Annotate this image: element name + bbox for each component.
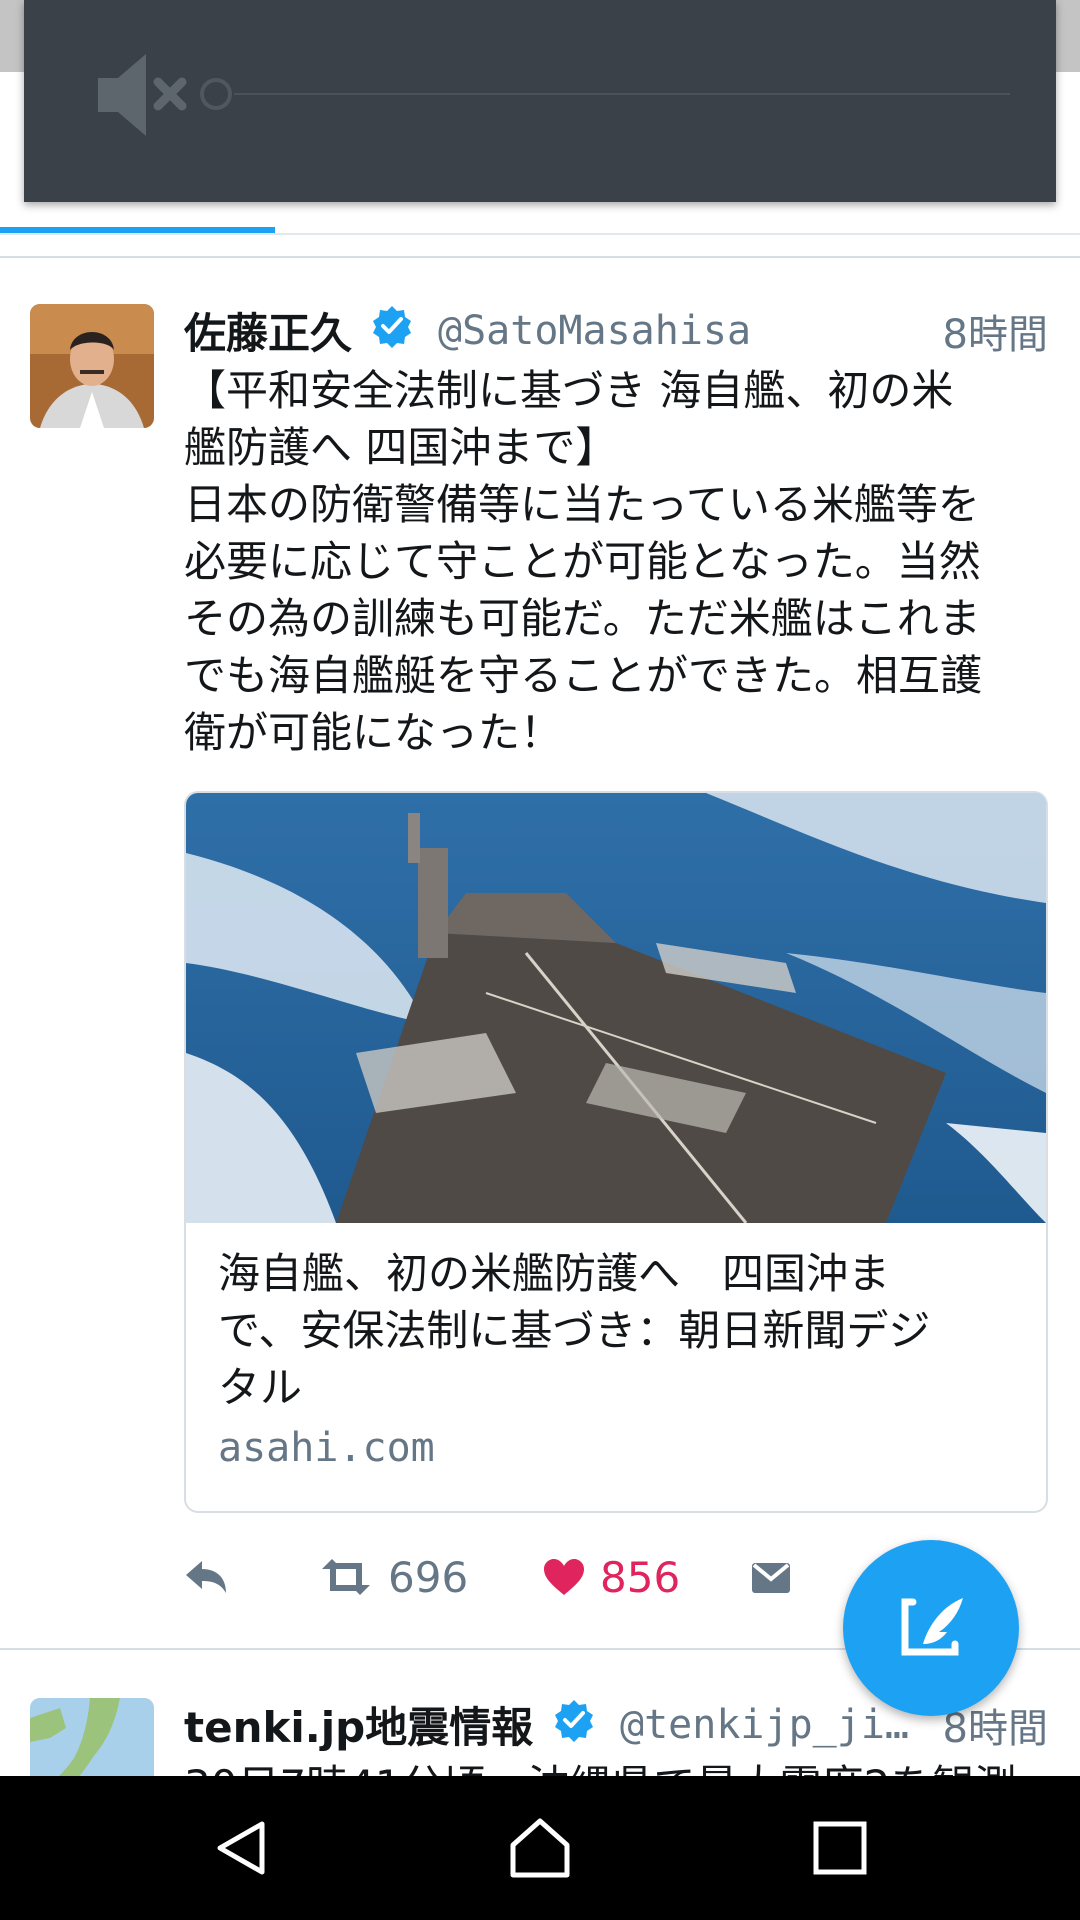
compose-tweet-icon — [901, 1598, 963, 1656]
tweet-author-handle[interactable]: @SatoMasahisa — [438, 308, 751, 354]
card-title-line: タル — [218, 1363, 303, 1412]
tweet-author-name[interactable]: 佐藤正久 — [184, 300, 352, 361]
tweet-author-name[interactable]: tenki.jp地震情報 — [184, 1694, 533, 1755]
verified-badge-icon — [373, 306, 411, 348]
timeline-top-divider — [0, 256, 1080, 258]
reply-button[interactable] — [182, 1545, 230, 1609]
retweet-button[interactable]: 696 — [318, 1545, 468, 1609]
avatar[interactable] — [30, 304, 154, 428]
link-card[interactable]: 海自艦、初の米艦防護へ 四国沖ま で、安保法制に基づき：朝日新聞デジ タル as… — [184, 791, 1048, 1513]
like-count: 856 — [600, 1552, 681, 1602]
card-title-line: 海自艦、初の米艦防護へ 四国沖ま — [218, 1249, 891, 1298]
tweet-text-line: 必要に応じて守ことが可能となった。当然 — [184, 537, 981, 586]
tweet-text-line: 日本の防衛警備等に当たっている米艦等を — [184, 480, 980, 529]
aircraft-carrier-photo[interactable] — [186, 793, 1046, 1223]
tweet-text-line: その為の訓練も可能だ。ただ米艦はこれま — [184, 594, 981, 643]
card-title-line: で、安保法制に基づき：朝日新聞デジ — [218, 1306, 931, 1355]
compose-tweet-button[interactable] — [843, 1540, 1019, 1716]
tweet-text-line: 衛が可能になった！ — [184, 708, 563, 757]
reply-icon — [186, 1561, 226, 1593]
home-icon — [510, 1818, 570, 1878]
back-button[interactable] — [170, 1776, 314, 1920]
verified-badge-icon — [555, 1700, 593, 1742]
tab-divider — [0, 233, 1080, 235]
video-player[interactable] — [24, 0, 1056, 202]
tweet-text-line: でも海自艦艇を守ることができた。相互護 — [184, 651, 983, 700]
envelope-icon — [752, 1563, 790, 1593]
retweet-icon — [322, 1559, 370, 1595]
tweet-text: 【平和安全法制に基づき 海自艦、初の米 艦防護へ 四国沖まで】 日本の防衛警備等… — [184, 362, 1044, 761]
retweet-count: 696 — [388, 1552, 469, 1602]
seek-knob[interactable] — [200, 78, 232, 110]
back-triangle-icon — [217, 1821, 265, 1875]
tweet-timestamp: 8時間 — [942, 312, 1048, 358]
volume-muted-icon[interactable] — [70, 50, 190, 140]
navigation-bar — [0, 1776, 1080, 1920]
home-button[interactable] — [468, 1776, 612, 1920]
heart-icon — [544, 1559, 584, 1595]
card-domain: asahi.com — [218, 1425, 435, 1471]
direct-message-button[interactable] — [750, 1545, 792, 1609]
card-title[interactable]: 海自艦、初の米艦防護へ 四国沖ま で、安保法制に基づき：朝日新聞デジ タル — [218, 1245, 1018, 1416]
seek-track[interactable] — [234, 93, 1010, 95]
recents-square-icon — [813, 1821, 867, 1875]
recents-button[interactable] — [768, 1776, 912, 1920]
tweet-text-line: 【平和安全法制に基づき 海自艦、初の米 — [184, 366, 954, 415]
tweet-text-line: 艦防護へ 四国沖まで】 — [184, 423, 618, 472]
like-button[interactable]: 856 — [542, 1545, 680, 1609]
